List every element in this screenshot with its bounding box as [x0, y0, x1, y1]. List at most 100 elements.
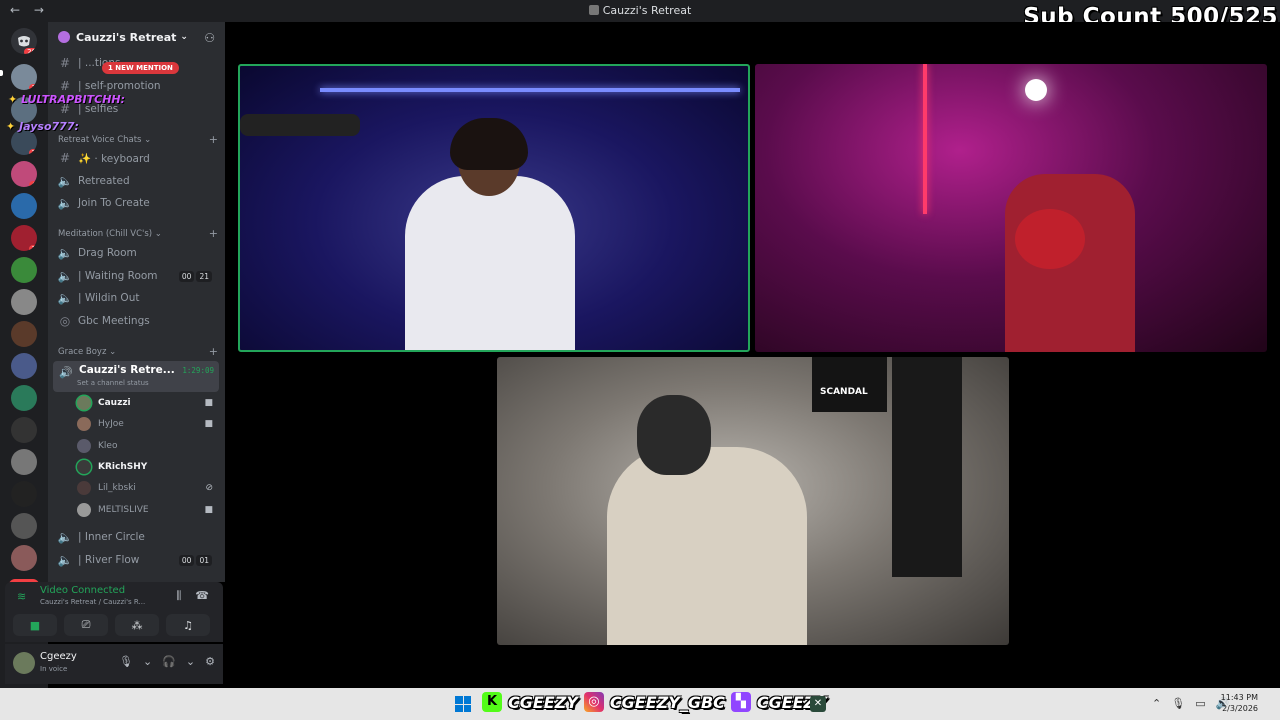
microphone-icon[interactable]: 🎙	[1171, 697, 1185, 710]
voice-channel-item[interactable]: 🔈 Retreated	[56, 171, 220, 191]
star-icon: ✦	[6, 120, 16, 133]
signal-icon[interactable]: ≋	[17, 590, 26, 603]
count-current: 00	[178, 554, 195, 566]
network-icon[interactable]: ▭	[1195, 697, 1205, 710]
video-tile[interactable]: SCANDAL	[497, 357, 1009, 645]
speaker-icon: 🔈	[57, 246, 73, 260]
chevron-down-icon[interactable]: ⌄	[186, 655, 195, 668]
speaker-icon: 🔈	[57, 553, 73, 567]
app-icon[interactable]: ✕	[810, 696, 826, 712]
voice-user[interactable]: Lil_kbski ⊘	[77, 479, 217, 497]
screen-share-button[interactable]: ⎚	[64, 614, 108, 636]
camera-button[interactable]: ■	[13, 614, 57, 636]
voice-user[interactable]: Kleo	[77, 437, 217, 455]
voice-channel-item[interactable]: 🔈 | River Flow 00 01	[56, 550, 220, 570]
category-grace[interactable]: Grace Boyz ⌄ +	[58, 345, 218, 358]
user-name[interactable]: Cgeezy	[40, 651, 77, 662]
voice-location[interactable]: Cauzzi's Retreat / Cauzzi's R...	[40, 598, 145, 606]
clock[interactable]: 11:43 PM 2/3/2026	[1221, 692, 1258, 714]
channel-label: Drag Room	[78, 247, 137, 259]
voice-user[interactable]: Cauzzi ■	[77, 394, 217, 412]
guild-header[interactable]: Cauzzi's Retreat ⌄ ⚇	[48, 22, 225, 52]
windows-start-icon[interactable]	[455, 696, 471, 712]
active-voice-channel[interactable]: 🔊 Cauzzi's Retre... Set a channel status…	[53, 361, 219, 392]
doorway	[892, 357, 962, 577]
instagram-icon: ◎	[583, 692, 604, 712]
add-member-icon[interactable]: ⚇	[204, 31, 215, 45]
speaker-icon: 🔈	[57, 269, 73, 283]
led-strip	[320, 88, 740, 92]
chevron-up-icon[interactable]: ⌃	[1152, 697, 1161, 710]
chevron-down-icon[interactable]: ⌄	[143, 655, 152, 668]
add-channel-icon[interactable]: +	[209, 227, 218, 240]
server-icon[interactable]: 1	[11, 225, 37, 251]
count-current: 00	[178, 270, 195, 282]
video-tile[interactable]	[755, 64, 1267, 352]
person-body	[405, 176, 575, 350]
server-icon[interactable]	[11, 353, 37, 379]
noise-suppression-icon[interactable]: ⫼	[176, 589, 181, 603]
voice-user[interactable]: HyJoe ■	[77, 415, 217, 433]
voice-channel-item[interactable]: 🔈 | Wildin Out	[56, 288, 220, 308]
voice-status[interactable]: Video Connected	[40, 585, 125, 596]
system-tray: ⌃ 🎙 ▭ 🔊	[1152, 697, 1229, 710]
soundboard-button[interactable]: ♫	[166, 614, 210, 636]
disconnect-icon[interactable]: ☎	[195, 589, 209, 603]
home-badge: 26	[24, 48, 37, 54]
channel-label: | River Flow	[78, 554, 140, 566]
video-tile-speaking[interactable]	[238, 64, 750, 352]
voice-channel-item[interactable]: 🔈 | Waiting Room 00 21	[56, 266, 220, 286]
activities-button[interactable]: ⁂	[115, 614, 159, 636]
voice-channel-item[interactable]: 🔈 Drag Room	[56, 243, 220, 263]
voice-user[interactable]: KRichSHY	[77, 458, 217, 476]
server-icon[interactable]	[11, 481, 37, 507]
category-meditation[interactable]: Meditation (Chill VC's) ⌄ +	[58, 227, 218, 240]
speaker-icon: 🔈	[57, 291, 73, 305]
user-count: 00 21	[178, 270, 212, 282]
lamp	[1025, 79, 1047, 101]
stage-channel-item[interactable]: ◎ Gbc Meetings	[56, 311, 220, 331]
new-mention-pill[interactable]: 1 NEW MENTION	[102, 62, 179, 74]
voice-user[interactable]: MELTISLIVE ■	[77, 501, 217, 519]
hash-icon: #	[59, 79, 71, 93]
server-icon[interactable]	[11, 417, 37, 443]
microphone-icon[interactable]: 🎙	[119, 655, 133, 668]
server-icon[interactable]	[11, 257, 37, 283]
person-hair	[450, 118, 528, 170]
user-name: Kleo	[98, 441, 118, 451]
headphones-icon[interactable]: 🎧	[162, 655, 176, 668]
server-icon[interactable]	[11, 513, 37, 539]
voice-channel-item[interactable]: 🔈 Join To Create	[56, 193, 220, 213]
server-icon[interactable]	[11, 321, 37, 347]
user-name: Lil_kbski	[98, 483, 136, 493]
server-icon[interactable]	[11, 385, 37, 411]
channel-label: | self-promotion	[78, 80, 161, 92]
category-retreat-voice[interactable]: Retreat Voice Chats ⌄ +	[58, 133, 218, 146]
gear-icon[interactable]: ⚙	[205, 655, 215, 668]
stage-icon: ◎	[59, 314, 71, 328]
channel-sidebar: Cauzzi's Retreat ⌄ ⚇ # | ...tions # | self…	[48, 22, 225, 582]
server-icon[interactable]	[11, 545, 37, 571]
channel-label: | Waiting Room	[78, 270, 158, 282]
voice-channel-item[interactable]: 🔈 | Inner Circle	[56, 527, 220, 547]
avatar[interactable]	[13, 652, 35, 674]
server-icon[interactable]: 1	[11, 64, 37, 90]
server-icon[interactable]	[11, 449, 37, 475]
avatar	[77, 396, 91, 410]
window-title: Cauzzi's Retreat	[602, 4, 692, 17]
server-badge: 4	[28, 181, 37, 187]
led-strip	[923, 64, 927, 214]
count-limit: 01	[196, 554, 212, 566]
hash-icon: #	[59, 151, 71, 165]
server-icon[interactable]	[11, 289, 37, 315]
add-channel-icon[interactable]: +	[209, 133, 218, 146]
server-icon[interactable]	[11, 193, 37, 219]
channel-status[interactable]: Set a channel status	[77, 379, 149, 387]
server-icon[interactable]: 4	[11, 161, 37, 187]
user-controls: 🎙 ⌄ 🎧 ⌄ ⚙	[119, 655, 215, 668]
channel-item[interactable]: # ✨ · keyboard	[56, 148, 220, 168]
channel-label: | Inner Circle	[78, 531, 145, 543]
discord-home-icon[interactable]: 26	[11, 28, 37, 54]
add-channel-icon[interactable]: +	[209, 345, 218, 358]
person-cap	[1015, 209, 1085, 269]
